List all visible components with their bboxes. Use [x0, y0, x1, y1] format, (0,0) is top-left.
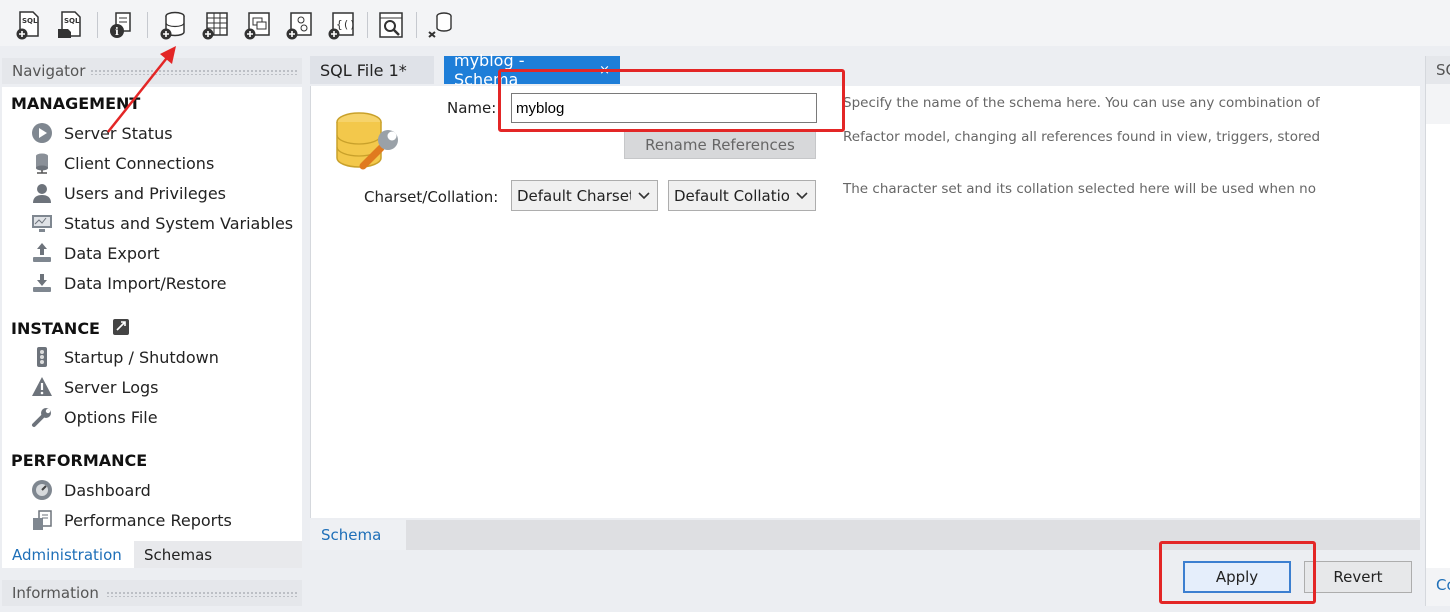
svg-text:{(): {() — [336, 18, 356, 31]
svg-text:SQL: SQL — [64, 17, 80, 25]
sql-add-icon: SQL — [16, 11, 39, 40]
name-hint: Specify the name of the schema here. You… — [843, 95, 1320, 111]
tab-schemas[interactable]: Schemas — [134, 541, 222, 568]
create-view-button[interactable] — [242, 10, 272, 40]
nav-item-users-and-privileges[interactable]: Users and Privileges — [30, 180, 298, 206]
editor-bottom-tabs: Schema — [310, 520, 1420, 550]
schema-name-input[interactable] — [511, 93, 817, 123]
function-add-icon: {() — [328, 12, 356, 40]
context-help-tab[interactable]: Co — [1426, 568, 1450, 606]
editor-tab-bar: SQL File 1* myblog - Schema × — [310, 51, 1420, 89]
instance-section-title: INSTANCE — [11, 318, 130, 340]
info-icon: i — [110, 12, 131, 38]
nav-item-status-and-system-variables[interactable]: Status and System Variables — [30, 210, 298, 236]
search-table-data-button[interactable] — [376, 10, 406, 40]
startup-icon — [30, 345, 54, 369]
tab-myblog-schema[interactable]: myblog - Schema × — [444, 51, 620, 89]
inspector-button[interactable]: i — [106, 10, 136, 40]
chevron-down-icon — [638, 192, 650, 200]
navigator-panel: MANAGEMENT Server Status Client Connecti… — [2, 87, 302, 541]
client-connections-icon — [30, 151, 54, 175]
reconnect-button[interactable] — [426, 10, 456, 40]
nav-item-server-logs[interactable]: Server Logs — [30, 374, 298, 400]
charset-collation-label: Charset/Collation: — [364, 188, 499, 206]
navigator-tabs: Administration Schemas — [2, 541, 302, 568]
nav-item-client-connections[interactable]: Client Connections — [30, 150, 298, 176]
sql-open-icon: SQL — [58, 11, 81, 38]
svg-text:i: i — [115, 27, 119, 38]
warning-icon — [30, 375, 54, 399]
dashboard-icon — [30, 478, 54, 502]
view-add-icon — [244, 12, 270, 40]
charset-select[interactable]: Default Charset — [511, 180, 658, 211]
user-icon — [30, 181, 54, 205]
svg-text:SQL: SQL — [22, 17, 38, 25]
nav-item-performance-reports[interactable]: Performance Reports — [30, 507, 298, 533]
panel-grip[interactable] — [90, 69, 298, 75]
sql-additions-title: SQ — [1426, 56, 1450, 84]
database-add-icon — [160, 11, 185, 40]
search-data-icon — [379, 12, 403, 38]
navigator-title: Navigator — [12, 62, 86, 80]
create-table-button[interactable] — [200, 10, 230, 40]
procedure-add-icon — [286, 12, 312, 40]
create-function-button[interactable]: {() — [326, 10, 356, 40]
panel-toolbar — [1426, 84, 1450, 124]
reports-icon — [30, 508, 54, 532]
tab-sql-file-1[interactable]: SQL File 1* — [310, 56, 434, 84]
charset-hint: The character set and its collation sele… — [843, 181, 1316, 197]
schema-editor: Name: Specify the name of the schema her… — [310, 86, 1420, 518]
name-label: Name: — [447, 99, 497, 117]
export-icon — [30, 241, 54, 265]
close-tab-icon[interactable]: × — [599, 63, 610, 78]
toolbar: SQL SQL i {() — [0, 0, 1450, 46]
new-sql-tab-button[interactable]: SQL — [14, 10, 44, 40]
create-procedure-button[interactable] — [284, 10, 314, 40]
import-icon — [30, 271, 54, 295]
reconnect-icon — [428, 12, 452, 38]
nav-item-server-status[interactable]: Server Status — [30, 120, 298, 146]
rename-hint: Refactor model, changing all references … — [843, 129, 1321, 145]
tab-administration[interactable]: Administration — [2, 541, 134, 568]
server-status-icon — [30, 121, 54, 145]
performance-section-title: PERFORMANCE — [11, 451, 148, 470]
management-section-title: MANAGEMENT — [11, 94, 141, 113]
sql-additions-panel: SQ Co — [1425, 56, 1450, 606]
nav-item-dashboard[interactable]: Dashboard — [30, 477, 298, 503]
panel-grip[interactable] — [106, 591, 298, 597]
editor-footer: Apply Revert — [310, 552, 1420, 604]
collation-select[interactable]: Default Collation — [668, 180, 816, 211]
tab-schema[interactable]: Schema — [310, 520, 406, 550]
schema-icon — [333, 110, 407, 176]
nav-item-data-export[interactable]: Data Export — [30, 240, 298, 266]
revert-button[interactable]: Revert — [1304, 561, 1412, 593]
monitor-icon — [30, 211, 54, 235]
navigator-header: Navigator — [2, 58, 302, 84]
information-title: Information — [12, 584, 99, 602]
create-schema-button[interactable] — [158, 10, 188, 40]
apply-button[interactable]: Apply — [1183, 561, 1291, 593]
rename-references-button[interactable]: Rename References — [624, 131, 816, 159]
chevron-down-icon — [796, 192, 808, 200]
table-add-icon — [202, 12, 228, 40]
nav-item-data-import-restore[interactable]: Data Import/Restore — [30, 270, 298, 296]
information-header: Information — [2, 580, 302, 606]
nav-item-startup-shutdown[interactable]: Startup / Shutdown — [30, 344, 298, 370]
open-sql-script-button[interactable]: SQL — [56, 10, 86, 40]
wrench-icon — [30, 405, 54, 429]
instance-status-icon — [112, 318, 130, 340]
nav-item-options-file[interactable]: Options File — [30, 404, 298, 430]
